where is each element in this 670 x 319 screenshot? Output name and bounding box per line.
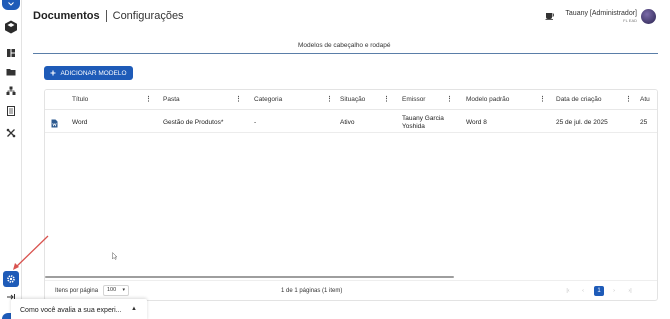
cell-data-criacao: 25 de jul. de 2025	[556, 119, 608, 126]
column-header-emissor[interactable]: Emissor	[402, 96, 425, 103]
horizontal-scrollbar[interactable]	[45, 276, 454, 278]
previous-page-icon[interactable]: ‹	[578, 286, 588, 296]
avatar[interactable]	[641, 9, 656, 24]
cell-emissor-line2: Yoshida	[402, 123, 425, 130]
column-header-situacao[interactable]: Situação	[340, 96, 365, 103]
feedback-text: Como você avalia a sua experi...	[20, 306, 122, 314]
column-header-data-criacao[interactable]: Data de criação	[556, 96, 602, 103]
tab-header-footer-models[interactable]: Modelos de cabeçalho e rodapé	[298, 42, 391, 49]
cell-titulo: Word	[72, 119, 88, 126]
cell-atualizacao: 25	[640, 119, 648, 126]
page-header: Documentos Configurações	[33, 9, 184, 23]
add-model-label: ADICIONAR MODELO	[60, 69, 127, 77]
cell-modelo-padrao: Word 8	[466, 119, 487, 126]
folder-icon[interactable]	[6, 67, 16, 77]
hierarchy-icon[interactable]	[6, 86, 16, 96]
chevron-up-icon[interactable]: ▲	[131, 306, 137, 312]
models-table: Título ⋮ Pasta ⋮ Categoria ⋮ Situação ⋮ …	[44, 89, 658, 301]
gear-icon	[7, 275, 15, 283]
mouse-cursor-icon	[112, 252, 118, 260]
collapse-menu-button[interactable]	[2, 0, 20, 10]
app-logo-icon[interactable]	[4, 20, 18, 34]
column-header-modelo-padrao[interactable]: Modelo padrão	[466, 96, 509, 103]
word-document-icon	[51, 119, 58, 128]
plus-icon	[50, 70, 56, 76]
header-divider	[105, 10, 107, 22]
column-header-atualizacao[interactable]: Atu	[640, 96, 650, 103]
app-window: Documentos Configurações Tauany [Adminis…	[0, 0, 670, 319]
user-organization: FL EAD	[623, 18, 637, 23]
table-header: Título ⋮ Pasta ⋮ Categoria ⋮ Situação ⋮ …	[45, 90, 657, 110]
column-header-pasta[interactable]: Pasta	[163, 96, 180, 103]
feedback-prompt[interactable]: Como você avalia a sua experi... ▲	[11, 299, 147, 319]
column-menu-icon[interactable]: ⋮	[326, 96, 333, 104]
sidebar	[0, 0, 22, 319]
current-page-button[interactable]: 1	[594, 286, 604, 296]
column-menu-icon[interactable]: ⋮	[539, 96, 546, 104]
settings-button[interactable]	[3, 271, 19, 287]
items-per-page-value: 100	[107, 287, 117, 293]
cell-pasta: Gestão de Produtos*	[163, 119, 224, 126]
chevron-down-icon: ▾	[122, 287, 125, 293]
dashboard-icon[interactable]	[6, 48, 16, 58]
items-per-page-select[interactable]: 100 ▾	[103, 285, 129, 296]
first-page-icon[interactable]: |‹	[563, 286, 573, 296]
column-menu-icon[interactable]: ⋮	[446, 96, 453, 104]
column-menu-icon[interactable]: ⋮	[383, 96, 390, 104]
document-list-icon[interactable]	[6, 106, 16, 116]
table-footer: Itens por página 100 ▾ 1 de 1 páginas (1…	[45, 280, 657, 300]
column-menu-icon[interactable]: ⋮	[235, 96, 242, 104]
next-page-icon[interactable]: ›	[609, 286, 619, 296]
cell-categoria: -	[254, 119, 257, 126]
add-model-button[interactable]: ADICIONAR MODELO	[44, 66, 133, 80]
tools-icon[interactable]	[6, 128, 16, 138]
column-menu-icon[interactable]: ⋮	[625, 96, 632, 104]
tab-underline	[33, 53, 658, 54]
chevron-down-icon	[8, 2, 14, 6]
page-subtitle: Configurações	[112, 10, 184, 22]
page-title: Documentos	[33, 10, 100, 22]
pagination-info: 1 de 1 páginas (1 item)	[281, 288, 343, 294]
coffee-icon[interactable]	[545, 11, 555, 20]
column-header-categoria[interactable]: Categoria	[254, 96, 282, 103]
column-menu-icon[interactable]: ⋮	[145, 96, 152, 104]
cell-situacao: Ativo	[340, 119, 355, 126]
user-name[interactable]: Tauany [Administrador]	[565, 10, 637, 17]
last-page-icon[interactable]: ›|	[625, 286, 635, 296]
cell-emissor-line1: Tauany Garcia	[402, 115, 444, 122]
column-header-titulo[interactable]: Título	[72, 96, 88, 103]
table-row[interactable]: Word Gestão de Produtos* - Ativo Tauany …	[45, 113, 657, 133]
items-per-page-label: Itens por página	[55, 288, 99, 294]
